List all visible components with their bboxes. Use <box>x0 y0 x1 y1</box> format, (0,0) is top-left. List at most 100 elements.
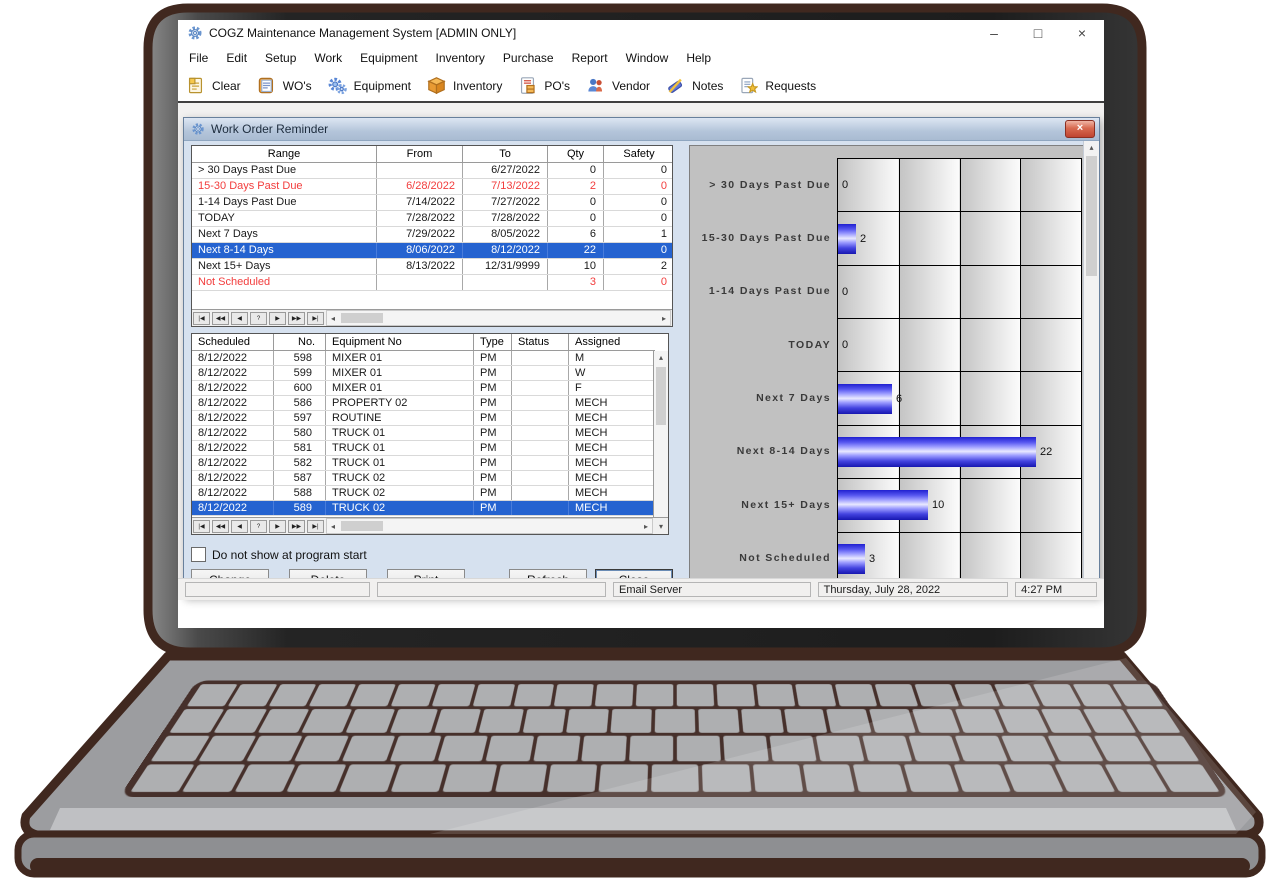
chart-value-label: 0 <box>842 179 848 191</box>
nav-button[interactable]: ▶▶ <box>288 312 305 325</box>
scrollbar-thumb[interactable] <box>341 521 383 531</box>
cell-equipment: MIXER 01 <box>326 351 474 365</box>
laptop-key <box>827 709 872 733</box>
menu-item-edit[interactable]: Edit <box>217 48 256 68</box>
menu-item-work[interactable]: Work <box>305 48 351 68</box>
cell-type: PM <box>474 471 512 485</box>
toolbar-button-clear[interactable]: Clear <box>186 76 241 95</box>
maximize-button[interactable]: □ <box>1016 25 1060 41</box>
toolbar-button-vendor[interactable]: Vendor <box>586 76 650 95</box>
horizontal-scrollbar[interactable]: ◂▸ <box>326 518 653 534</box>
scrollbar-thumb[interactable] <box>1086 156 1097 276</box>
toolbar-button-requests[interactable]: Requests <box>739 76 816 95</box>
cell-scheduled: 8/12/2022 <box>192 456 274 470</box>
nav-button[interactable]: ▶ <box>269 312 286 325</box>
toolbar-label: Clear <box>212 79 241 93</box>
table-row[interactable]: 8/12/2022580TRUCK 01PMMECH <box>192 426 655 441</box>
dialog-vertical-scrollbar[interactable]: ▴ ▾ <box>1083 141 1099 597</box>
nav-button[interactable]: ◀◀ <box>212 520 229 533</box>
scroll-down-arrow-icon[interactable]: ▾ <box>654 522 668 531</box>
table-row[interactable]: 8/12/2022587TRUCK 02PMMECH <box>192 471 655 486</box>
table-row[interactable]: 8/12/2022588TRUCK 02PMMECH <box>192 486 655 501</box>
cell-assigned: F <box>569 381 655 395</box>
toolbar-label: PO's <box>544 79 570 93</box>
clear-icon <box>186 76 205 95</box>
cell-equipment: PROPERTY 02 <box>326 396 474 410</box>
nav-button[interactable]: ▶| <box>307 312 324 325</box>
column-header: Qty <box>548 146 604 162</box>
cell-no: 597 <box>274 411 326 425</box>
nav-button[interactable]: ◀◀ <box>212 312 229 325</box>
laptop-key <box>702 764 751 792</box>
table-row[interactable]: 15-30 Days Past Due6/28/20227/13/202220 <box>192 179 672 195</box>
scroll-left-arrow-icon[interactable]: ◂ <box>327 314 339 323</box>
scroll-right-arrow-icon[interactable]: ▸ <box>640 522 652 531</box>
laptop-key <box>803 764 855 792</box>
cell-to: 7/13/2022 <box>463 179 548 194</box>
table-row[interactable]: > 30 Days Past Due6/27/202200 <box>192 163 672 179</box>
nav-button[interactable]: ▶ <box>269 520 286 533</box>
minimize-button[interactable]: – <box>972 25 1016 41</box>
toolbar-button-inventory[interactable]: Inventory <box>427 76 502 95</box>
scroll-right-arrow-icon[interactable]: ▸ <box>658 314 670 323</box>
menu-item-inventory[interactable]: Inventory <box>427 48 494 68</box>
cell-safety: 0 <box>604 163 673 178</box>
cell-type: PM <box>474 426 512 440</box>
table-row[interactable]: 8/12/2022581TRUCK 01PMMECH <box>192 441 655 456</box>
table-row[interactable]: TODAY7/28/20227/28/202200 <box>192 211 672 227</box>
table-row[interactable]: Next 15+ Days8/13/202212/31/9999102 <box>192 259 672 275</box>
table-row[interactable]: 8/12/2022582TRUCK 01PMMECH <box>192 456 655 471</box>
cell-to: 8/05/2022 <box>463 227 548 242</box>
cell-no: 587 <box>274 471 326 485</box>
scrollbar-thumb[interactable] <box>656 367 666 425</box>
menu-item-help[interactable]: Help <box>677 48 720 68</box>
table-row[interactable]: 8/12/2022600MIXER 01PMF <box>192 381 655 396</box>
menu-item-file[interactable]: File <box>180 48 217 68</box>
cell-safety: 0 <box>604 195 673 210</box>
table-row[interactable]: 8/12/2022599MIXER 01PMW <box>192 366 655 381</box>
table-row[interactable]: 8/12/2022598MIXER 01PMM <box>192 351 655 366</box>
nav-button[interactable]: |◀ <box>193 520 210 533</box>
cell-assigned: M <box>569 351 655 365</box>
table-row[interactable]: Not Scheduled30 <box>192 275 672 291</box>
dialog-close-button[interactable]: × <box>1065 120 1095 138</box>
scrollbar-thumb[interactable] <box>341 313 383 323</box>
nav-button[interactable]: ▶| <box>307 520 324 533</box>
menu-item-window[interactable]: Window <box>617 48 678 68</box>
table-row[interactable]: 8/12/2022597ROUTINEPMMECH <box>192 411 655 426</box>
table-row[interactable]: 8/12/2022586PROPERTY 02PMMECH <box>192 396 655 411</box>
status-bar: Email ServerThursday, July 28, 20224:27 … <box>178 578 1104 600</box>
close-button[interactable]: × <box>1060 25 1104 41</box>
dialog-titlebar[interactable]: Work Order Reminder × <box>184 118 1099 141</box>
toolbar-button-equipment[interactable]: Equipment <box>328 76 411 95</box>
scroll-up-arrow-icon[interactable]: ▴ <box>1084 141 1099 154</box>
cell-from: 8/06/2022 <box>377 243 463 258</box>
chart-plot-area: 0200622103 <box>837 158 1082 587</box>
scroll-left-arrow-icon[interactable]: ◂ <box>327 522 339 531</box>
menu-item-setup[interactable]: Setup <box>256 48 305 68</box>
column-header: Type <box>474 334 512 350</box>
menu-item-report[interactable]: Report <box>563 48 617 68</box>
scroll-up-arrow-icon[interactable]: ▴ <box>654 351 668 364</box>
nav-button[interactable]: ▶▶ <box>288 520 305 533</box>
table-row[interactable]: 1-14 Days Past Due7/14/20227/27/202200 <box>192 195 672 211</box>
table-row[interactable]: Next 8-14 Days8/06/20228/12/2022220 <box>192 243 672 259</box>
nav-button[interactable]: ◀ <box>231 312 248 325</box>
nav-button[interactable]: ? <box>250 520 267 533</box>
menu-item-equipment[interactable]: Equipment <box>351 48 426 68</box>
keyboard-row <box>185 684 1165 706</box>
nav-button[interactable]: ◀ <box>231 520 248 533</box>
toolbar-button-notes[interactable]: Notes <box>666 76 723 95</box>
cell-safety: 2 <box>604 259 673 274</box>
toolbar-button-pos[interactable]: PO's <box>518 76 570 95</box>
table-row[interactable]: Next 7 Days7/29/20228/05/202261 <box>192 227 672 243</box>
nav-button[interactable]: |◀ <box>193 312 210 325</box>
table-vertical-scrollbar[interactable]: ▴ <box>653 351 668 518</box>
nav-button[interactable]: ? <box>250 312 267 325</box>
do-not-show-checkbox[interactable] <box>191 547 206 562</box>
table-row[interactable]: 8/12/2022589TRUCK 02PMMECH <box>192 501 655 516</box>
horizontal-scrollbar[interactable]: ◂▸ <box>326 310 671 326</box>
laptop-key <box>636 684 673 706</box>
menu-item-purchase[interactable]: Purchase <box>494 48 563 68</box>
toolbar-button-wos[interactable]: WO's <box>257 76 312 95</box>
